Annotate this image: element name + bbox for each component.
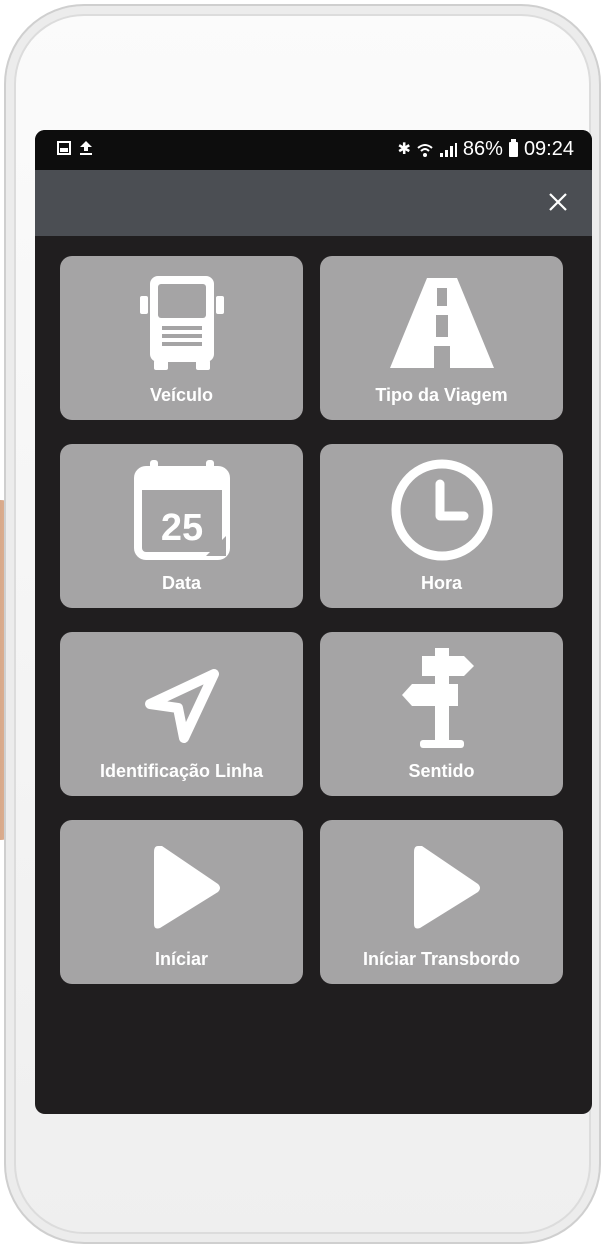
app-bar [35, 170, 592, 236]
status-left-icons [57, 140, 93, 156]
play-icon [153, 846, 220, 929]
truck-icon [139, 276, 224, 370]
tile-label: Veículo [149, 385, 214, 405]
tile-iniciar[interactable]: Iníciar [60, 820, 303, 984]
tile-hora[interactable]: Hora [320, 444, 563, 608]
battery-icon [508, 139, 518, 157]
tile-data[interactable]: 25 Data [60, 444, 303, 608]
close-icon[interactable] [542, 186, 574, 218]
tile-tipo-da-viagem[interactable]: Tipo da Viagem [320, 256, 563, 420]
wifi-icon [417, 143, 433, 157]
upload-icon [80, 141, 92, 155]
tile-identificacao-linha[interactable]: Identificação Linha [60, 632, 303, 796]
status-bar: ✱ 86% 09:24 [35, 130, 592, 170]
navigation-arrow-icon [144, 669, 219, 743]
phone-screen: ✱ 86% 09:24 Veículo Tipo da Viagem 25 Da… [35, 130, 592, 1114]
bluetooth-icon: ✱ [397, 140, 411, 158]
tile-label: Iníciar Transbordo [362, 949, 521, 969]
tile-sentido[interactable]: Sentido [320, 632, 563, 796]
tile-veiculo[interactable]: Veículo [60, 256, 303, 420]
battery-percent: 86% [462, 138, 503, 160]
tile-label: Data [161, 573, 201, 593]
image-icon [57, 141, 71, 155]
phone-frame: ✱ 86% 09:24 Veículo Tipo da Viagem 25 Da… [4, 4, 601, 1244]
tile-label: Sentido [408, 761, 475, 781]
tile-label: Hora [420, 573, 462, 593]
signpost-icon [401, 648, 474, 748]
tile-iniciar-transbordo[interactable]: Iníciar Transbordo [320, 820, 563, 984]
road-icon [389, 278, 494, 368]
signal-icon [439, 142, 457, 157]
calendar-icon: 25 [133, 460, 230, 560]
status-right: ✱ 86% 09:24 [398, 138, 575, 161]
play-icon [413, 846, 480, 929]
menu-grid: Veículo Tipo da Viagem 25 Data Hora Iden… [60, 256, 563, 984]
tile-label: Tipo da Viagem [375, 385, 508, 405]
tile-label: Identificação Linha [99, 761, 264, 781]
clock-icon [391, 459, 492, 561]
tile-label: Iníciar [154, 949, 209, 969]
calendar-day: 25 [160, 507, 202, 549]
clock-time: 09:24 [523, 138, 574, 160]
